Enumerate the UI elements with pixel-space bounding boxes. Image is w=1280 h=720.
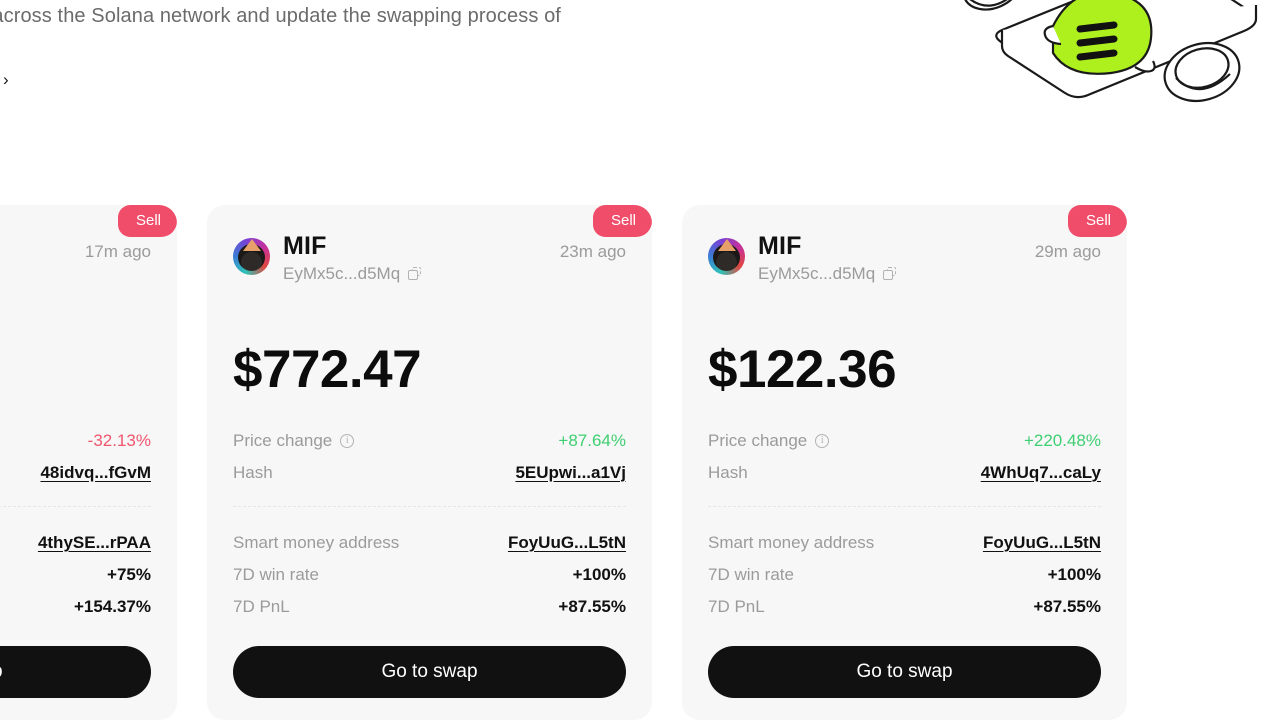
price-change-value: +87.64% [558, 431, 626, 450]
smart-money-address-value[interactable]: FoyUuG...L5tN [983, 533, 1101, 553]
go-to-swap-button[interactable]: Go to swap [0, 646, 151, 698]
token-address-row: FLcbWs...S3dt [0, 264, 72, 284]
avatar-hat-icon [242, 239, 261, 251]
pnl-value: +87.55% [558, 597, 626, 616]
win-rate-value: +100% [1047, 565, 1101, 584]
card-divider [233, 506, 626, 507]
transaction-amount: $772.47 [233, 340, 422, 399]
transaction-card[interactable]: Sell MIF EyMx5c...d5Mq 23m ago $772.47 P… [207, 205, 652, 720]
hash-row: Hash 48idvq...fGvM [0, 457, 151, 489]
transaction-card[interactable]: Sell IBIT FLcbWs...S3dt 17m ago $1,091.1… [0, 205, 177, 720]
price-change-row: Price changei -32.13% [0, 425, 151, 457]
transaction-card[interactable]: Sell MIF EyMx5c...d5Mq 29m ago $122.36 P… [682, 205, 1127, 720]
price-change-label: Price change i [708, 431, 830, 451]
time-ago: 17m ago [84, 242, 151, 261]
smart-money-address-label: Smart money address [233, 533, 400, 552]
hash-row: Hash 5EUpwi...a1Vj [233, 457, 626, 489]
transaction-amount: $1,091.15 [0, 339, 151, 400]
transaction-cards-row: Sell IBIT FLcbWs...S3dt 17m ago $1,091.1… [0, 205, 1127, 720]
win-rate-label: 7D win rate [708, 565, 794, 584]
hash-value[interactable]: 5EUpwi...a1Vj [515, 463, 626, 483]
hero-section: ...eal-time, on-chain data across the So… [0, 0, 1280, 190]
smart-money-address-row: Smart money address 4thySE...rPAA [0, 527, 151, 559]
go-to-swap-button[interactable]: Go to swap [233, 646, 626, 698]
token-avatar [233, 238, 270, 275]
win-rate-row: 7D win rate +100% [233, 559, 626, 591]
token-address: EyMx5c...d5Mq [283, 264, 401, 283]
token-avatar [708, 238, 745, 275]
card-header: IBIT FLcbWs...S3dt 17m ago [0, 233, 151, 284]
smart-money-address-value[interactable]: FoyUuG...L5tN [508, 533, 626, 553]
status-badge: Sell [1067, 205, 1127, 237]
isometric-solana-coins-illustration [940, 0, 1280, 132]
card-header: MIF EyMx5c...d5Mq 29m ago [708, 233, 1101, 284]
win-rate-value: +100% [572, 565, 626, 584]
avatar-hat-icon [717, 239, 736, 251]
token-ticker: MIF [758, 232, 802, 260]
token-ticker: IBIT [0, 233, 72, 260]
disclaimer-link[interactable]: Disclaimer › [0, 69, 9, 90]
price-change-row: Price change i +220.48% [708, 425, 1101, 457]
token-identity: MIF EyMx5c...d5Mq [283, 233, 547, 284]
smart-money-address-value[interactable]: 4thySE...rPAA [38, 533, 151, 553]
pnl-row: 7D PnL +87.55% [708, 591, 1101, 623]
token-identity: MIF EyMx5c...d5Mq [758, 233, 1022, 284]
price-change-row: Price change i +87.64% [233, 425, 626, 457]
price-change-text: Price change [708, 431, 808, 450]
card-divider [708, 506, 1101, 507]
hash-row: Hash 4WhUq7...caLy [708, 457, 1101, 489]
detail-rows: Price change i +87.64% Hash 5EUpwi...a1Vj… [233, 425, 626, 623]
token-address: EyMx5c...d5Mq [758, 264, 876, 283]
info-icon[interactable]: i [815, 434, 830, 448]
detail-rows: Price change i +220.48% Hash 4WhUq7...caL… [708, 425, 1101, 623]
hash-value[interactable]: 48idvq...fGvM [40, 463, 151, 483]
status-badge: Sell [592, 205, 652, 237]
status-badge: Sell [117, 205, 177, 237]
page-root: ...eal-time, on-chain data across the So… [0, 0, 1280, 720]
win-rate-row: 7D win rate +100% [708, 559, 1101, 591]
chevron-right-icon: › [3, 70, 9, 89]
smart-money-address-row: Smart money address FoyUuG...L5tN [233, 527, 626, 559]
token-identity: IBIT FLcbWs...S3dt [0, 233, 72, 284]
time-ago: 29m ago [1034, 242, 1101, 261]
hero-copy: ...eal-time, on-chain data across the So… [0, 0, 624, 66]
hash-value[interactable]: 4WhUq7...caLy [981, 463, 1101, 483]
pnl-value: +87.55% [1033, 597, 1101, 616]
copy-icon[interactable] [408, 267, 422, 281]
pnl-label: 7D PnL [233, 597, 290, 616]
go-to-swap-button[interactable]: Go to swap [708, 646, 1101, 698]
hash-label: Hash [708, 463, 748, 482]
time-ago: 23m ago [559, 242, 626, 261]
hero-description: ...eal-time, on-chain data across the So… [0, 5, 561, 27]
price-change-value: +220.48% [1023, 431, 1101, 450]
win-rate-row: 7D win rate +75% [0, 559, 151, 591]
pnl-value: +154.37% [73, 597, 151, 616]
pnl-row: 7D PnL +154.37% [0, 591, 151, 623]
token-address-row: EyMx5c...d5Mq [758, 264, 1022, 284]
transaction-amount: $122.36 [708, 340, 897, 399]
copy-icon[interactable] [883, 267, 897, 281]
card-divider [0, 506, 151, 507]
pnl-row: 7D PnL +87.55% [233, 591, 626, 623]
token-ticker: MIF [283, 232, 327, 260]
detail-rows: Price changei -32.13% Hash 48idvq...fGvM… [0, 425, 151, 623]
card-header: MIF EyMx5c...d5Mq 23m ago [233, 233, 626, 284]
token-address-row: EyMx5c...d5Mq [283, 264, 547, 284]
hash-label: Hash [233, 463, 273, 482]
smart-money-address-label: Smart money address [708, 533, 875, 552]
smart-money-address-row: Smart money address FoyUuG...L5tN [708, 527, 1101, 559]
price-change-text: Price change [233, 431, 333, 450]
info-icon[interactable]: i [340, 434, 355, 448]
pnl-label: 7D PnL [708, 597, 765, 616]
price-change-label: Price change i [233, 431, 355, 451]
price-change-value: -32.13% [87, 431, 151, 450]
win-rate-value: +75% [107, 565, 151, 584]
win-rate-label: 7D win rate [233, 565, 319, 584]
